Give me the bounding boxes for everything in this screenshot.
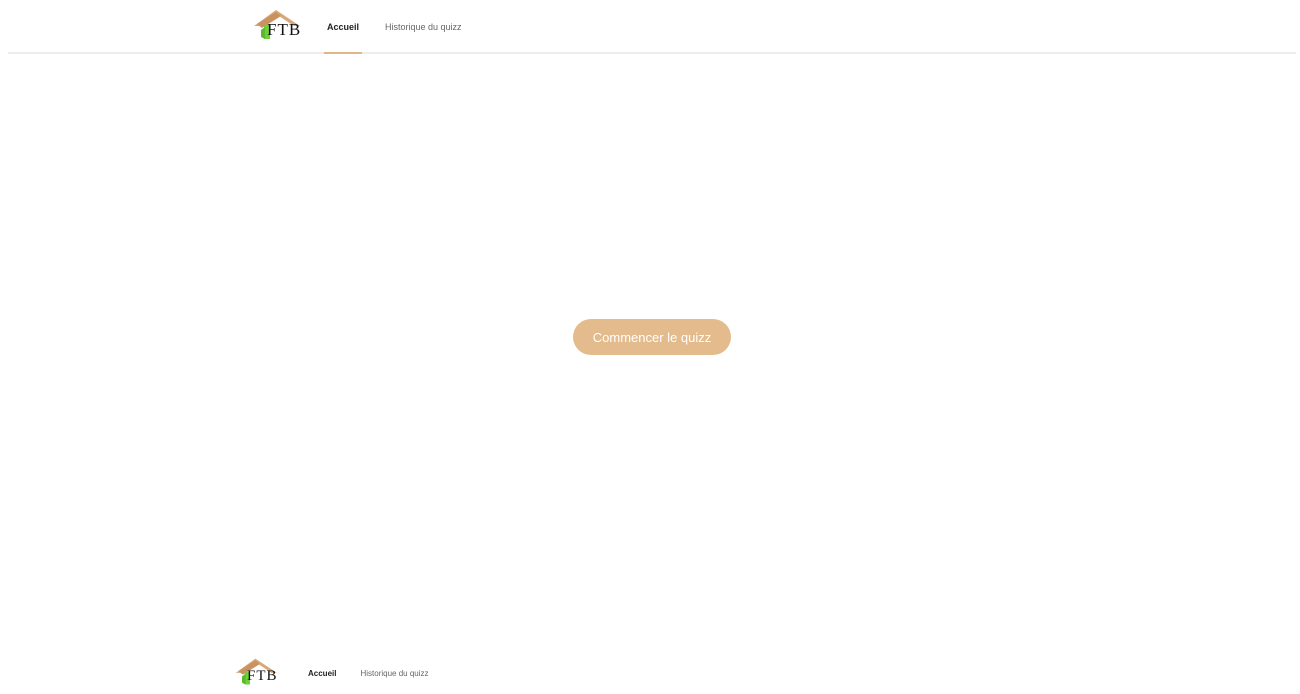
logo-text: FTB <box>267 20 302 39</box>
logo-text: FTB <box>247 668 278 684</box>
footer-nav-item-historique[interactable]: Historique du quizz <box>357 650 431 694</box>
page: FTB Accueil Historique du quizz Commence… <box>0 0 1300 694</box>
nav-item-historique[interactable]: Historique du quizz <box>382 0 465 54</box>
top-nav-bar: FTB Accueil Historique du quizz <box>8 0 1296 54</box>
footer-nav-bar: FTB Accueil Historique du quizz <box>0 650 1300 694</box>
footer-nav: Accueil Historique du quizz <box>305 650 450 694</box>
nav-item-accueil[interactable]: Accueil <box>324 0 363 54</box>
header-nav: Accueil Historique du quizz <box>324 0 485 54</box>
header-logo[interactable]: FTB <box>248 6 312 44</box>
footer-nav-item-accueil[interactable]: Accueil <box>305 650 339 694</box>
start-quiz-button[interactable]: Commencer le quizz <box>573 319 731 355</box>
footer-logo[interactable]: FTB <box>230 655 288 689</box>
